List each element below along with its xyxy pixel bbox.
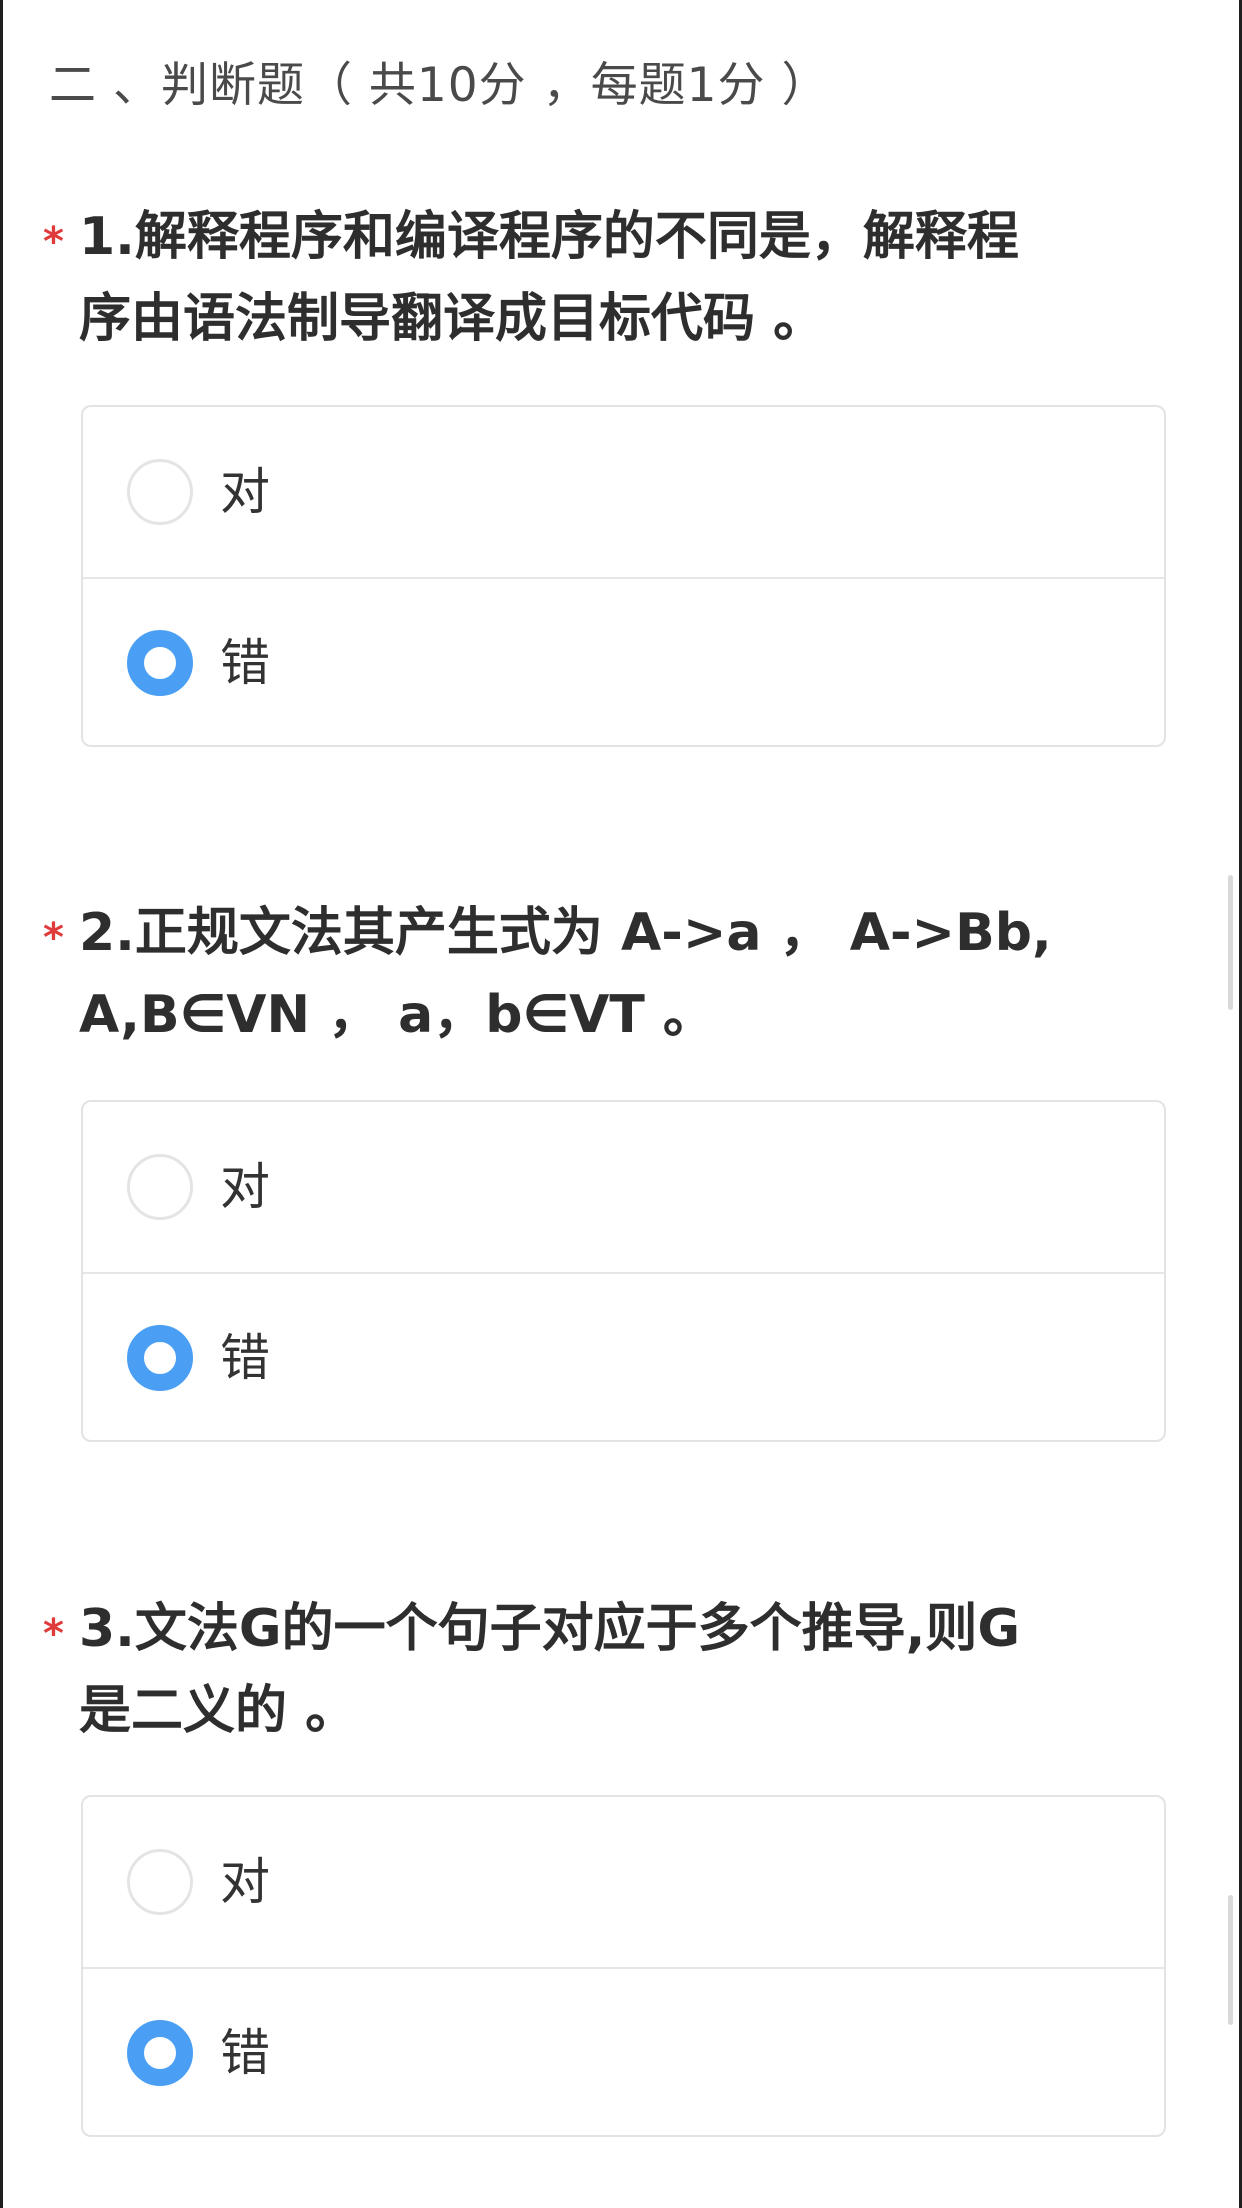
option-true[interactable]: 对 <box>83 1797 1164 1967</box>
required-mark: * <box>43 915 64 961</box>
option-label: 对 <box>220 1158 270 1216</box>
question-2-options: 对 错 <box>81 1100 1166 1442</box>
option-false[interactable]: 错 <box>83 1272 1164 1440</box>
radio-unchecked-icon[interactable] <box>127 459 193 525</box>
option-label: 错 <box>220 2024 270 2082</box>
radio-checked-icon[interactable] <box>127 1325 193 1391</box>
section-title: 二 、判断题（ 共10分 ，每题1分 ） <box>49 58 830 113</box>
question-2-stem-line2: A,B∈VN ， a，b∈VT 。 <box>79 985 715 1045</box>
question-1-options: 对 错 <box>81 405 1166 747</box>
question-2-stem-line1: 2.正规文法其产生式为 A->a ， A->Bb, <box>79 903 1052 963</box>
quiz-page: 二 、判断题（ 共10分 ，每题1分 ） * 1.解释程序和编译程序的不同是，解… <box>0 0 1242 2208</box>
radio-unchecked-icon[interactable] <box>127 1154 193 1220</box>
option-label: 错 <box>220 634 270 692</box>
radio-checked-icon[interactable] <box>127 630 193 696</box>
question-3-stem-line1: 3.文法G的一个句子对应于多个推导,则G <box>79 1599 1021 1659</box>
question-1-stem-line1: 1.解释程序和编译程序的不同是，解释程 <box>79 207 1019 267</box>
required-mark: * <box>43 219 64 265</box>
question-3-options: 对 错 <box>81 1795 1166 2137</box>
radio-unchecked-icon[interactable] <box>127 1849 193 1915</box>
scrollbar-thumb[interactable] <box>1228 1895 1233 2025</box>
option-false[interactable]: 错 <box>83 1967 1164 2135</box>
option-label: 对 <box>220 1853 270 1911</box>
question-1-stem-line2: 序由语法制导翻译成目标代码 。 <box>79 289 826 349</box>
option-true[interactable]: 对 <box>83 1102 1164 1272</box>
radio-checked-icon[interactable] <box>127 2020 193 2086</box>
question-3-stem-line2: 是二义的 。 <box>79 1681 358 1741</box>
option-label: 对 <box>220 463 270 521</box>
option-false[interactable]: 错 <box>83 577 1164 745</box>
option-true[interactable]: 对 <box>83 407 1164 577</box>
option-label: 错 <box>220 1329 270 1387</box>
scrollbar-thumb[interactable] <box>1228 875 1233 1010</box>
required-mark: * <box>43 1611 64 1657</box>
